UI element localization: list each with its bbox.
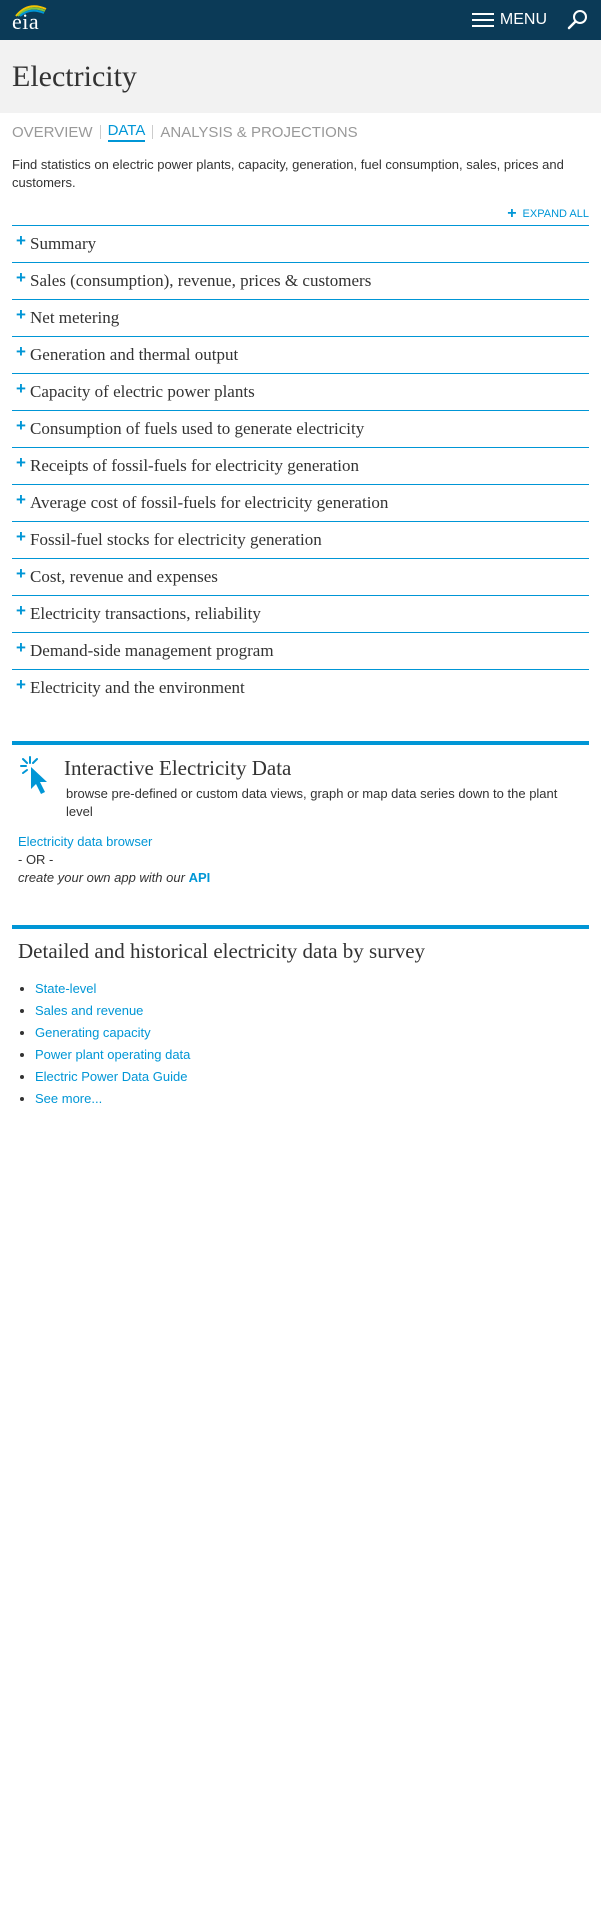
accordion-item-label: Electricity and the environment [30,678,245,697]
accordion-item-label: Capacity of electric power plants [30,382,255,401]
see-more-link[interactable]: See more... [35,1091,102,1106]
accordion-item-label: Net metering [30,308,120,327]
electric-power-data-guide-link[interactable]: Electric Power Data Guide [35,1069,187,1084]
tab-overview[interactable]: OVERVIEW [12,124,93,141]
accordion-item-demand-side[interactable]: + Demand-side management program [12,632,589,669]
generating-capacity-link[interactable]: Generating capacity [35,1025,151,1040]
list-item: See more... [35,1088,583,1110]
plus-icon: + [16,675,26,694]
plus-icon: + [16,342,26,361]
accordion-item-label: Fossil-fuel stocks for electricity gener… [30,530,322,549]
api-text: create your own app with our [18,870,185,885]
plus-icon: + [16,305,26,324]
accordion-item-capacity[interactable]: + Capacity of electric power plants [12,373,589,410]
plus-icon: + [16,601,26,620]
sales-revenue-link[interactable]: Sales and revenue [35,1003,143,1018]
plus-icon: + [16,527,26,546]
accordion-item-generation[interactable]: + Generation and thermal output [12,336,589,373]
plus-icon: + [16,564,26,583]
accordion-item-environment[interactable]: + Electricity and the environment [12,669,589,706]
survey-section-title: Detailed and historical electricity data… [18,939,426,963]
top-navigation-bar: eia MENU [0,0,601,40]
expand-all-label: EXPAND ALL [522,208,589,220]
accordion-item-label: Cost, revenue and expenses [30,567,218,586]
survey-data-section: Detailed and historical electricity data… [12,925,589,1110]
tab-divider [99,125,101,139]
tab-divider [152,125,154,139]
eia-logo[interactable]: eia [12,0,47,40]
accordion-item-summary[interactable]: + Summary [12,225,589,262]
expand-all-button[interactable]: + EXPAND ALL [507,206,589,222]
accordion-item-sales[interactable]: + Sales (consumption), revenue, prices & … [12,262,589,299]
logo-text: eia [12,9,40,34]
menu-button[interactable]: MENU [471,11,547,29]
intro-text: Find statistics on electric power plants… [12,157,564,190]
plus-icon: + [16,268,26,287]
accordion-item-label: Sales (consumption), revenue, prices & c… [30,271,372,290]
accordion-item-label: Average cost of fossil-fuels for electri… [30,493,389,512]
accordion-item-label: Consumption of fuels used to generate el… [30,419,365,438]
electricity-data-browser-link[interactable]: Electricity data browser [18,834,152,849]
plus-icon: + [16,453,26,472]
main-content: OVERVIEW DATA ANALYSIS & PROJECTIONS Fin… [0,122,601,1110]
plus-icon: + [16,638,26,657]
interactive-data-description: browse pre-defined or custom data views,… [66,786,558,819]
plus-icon: + [16,416,26,435]
search-icon[interactable] [567,9,589,31]
hamburger-icon [471,13,494,27]
menu-label: MENU [499,11,547,28]
page-title: Electricity [12,60,137,93]
list-item: State-level [35,978,583,1000]
accordion-item-transactions[interactable]: + Electricity transactions, reliability [12,595,589,632]
state-level-link[interactable]: State-level [35,981,96,996]
plus-icon: + [16,231,26,250]
accordion-item-fuel-stocks[interactable]: + Fossil-fuel stocks for electricity gene… [12,521,589,558]
list-item: Sales and revenue [35,1000,583,1022]
or-separator: - OR - [18,852,54,867]
list-item: Generating capacity [35,1022,583,1044]
click-cursor-icon [20,756,47,794]
interactive-data-box: Interactive Electricity Data browse pre-… [12,741,589,887]
page-hero: Electricity [0,40,601,113]
tab-data[interactable]: DATA [107,122,146,142]
accordion-item-label: Summary [30,234,97,253]
power-plant-operating-data-link[interactable]: Power plant operating data [35,1047,190,1062]
tab-analysis-projections[interactable]: ANALYSIS & PROJECTIONS [160,124,357,141]
plus-icon: + [16,379,26,398]
survey-links-list: State-level Sales and revenue Generating… [18,978,583,1110]
interactive-data-title: Interactive Electricity Data [64,756,292,780]
list-item: Electric Power Data Guide [35,1066,583,1088]
accordion-item-label: Electricity transactions, reliability [30,604,261,623]
accordion-item-label: Demand-side management program [30,641,274,660]
plus-icon: + [507,205,517,222]
accordion-item-label: Generation and thermal output [30,345,239,364]
accordion-item-fuel-receipts[interactable]: + Receipts of fossil-fuels for electricit… [12,447,589,484]
accordion-item-fuel-consumption[interactable]: + Consumption of fuels used to generate e… [12,410,589,447]
section-tabs: OVERVIEW DATA ANALYSIS & PROJECTIONS [12,122,589,142]
list-item: Power plant operating data [35,1044,583,1066]
accordion-item-cost-revenue[interactable]: + Cost, revenue and expenses [12,558,589,595]
data-accordion: + Summary + Sales (consumption), revenue, … [12,225,589,706]
api-link[interactable]: API [189,870,211,885]
accordion-item-fuel-cost[interactable]: + Average cost of fossil-fuels for electr… [12,484,589,521]
plus-icon: + [16,490,26,509]
accordion-item-label: Receipts of fossil-fuels for electricity… [30,456,360,475]
accordion-item-net-metering[interactable]: + Net metering [12,299,589,336]
